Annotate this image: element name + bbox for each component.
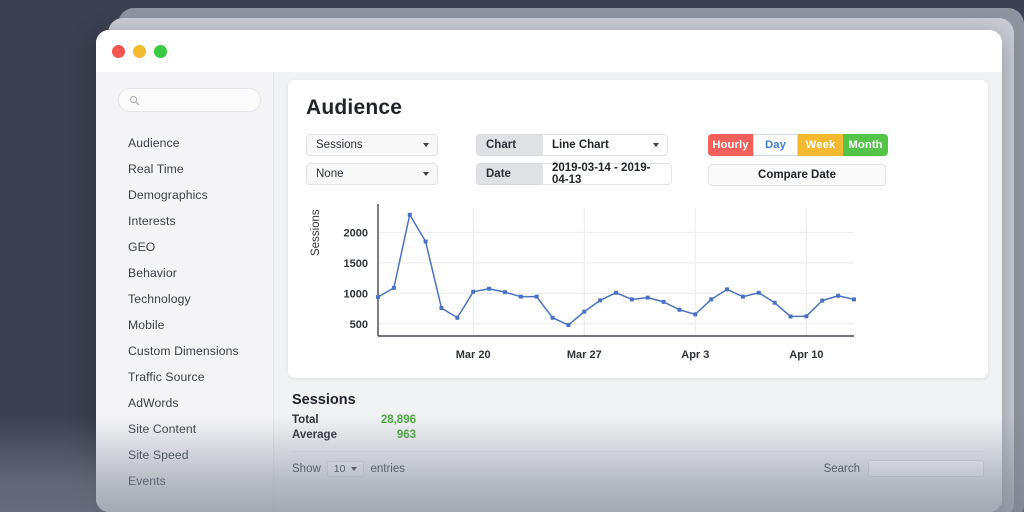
- sidebar-item-site-content[interactable]: Site Content: [96, 416, 273, 442]
- table-toolbar: Show 10 entries Search: [292, 451, 984, 477]
- sessions-line-chart: Sessions 500 1000 1500 2000 Mar 20 Mar 27 Apr …: [306, 200, 970, 368]
- sidebar-item-mobile[interactable]: Mobile: [96, 312, 273, 338]
- date-range-label: Date: [476, 163, 542, 185]
- sidebar-item-traffic-source[interactable]: Traffic Source: [96, 364, 273, 390]
- interval-button-week[interactable]: Week: [798, 134, 843, 156]
- sidebar-item-custom-dimensions[interactable]: Custom Dimensions: [96, 338, 273, 364]
- sessions-summary: Sessions Total 28,896 Average 963 Show 1…: [288, 378, 988, 477]
- svg-text:Apr 3: Apr 3: [681, 349, 709, 361]
- audience-chart-card: Audience Sessions None Chart Line Chart …: [288, 80, 988, 378]
- chevron-down-icon: [653, 143, 659, 147]
- table-search-label: Search: [823, 462, 860, 475]
- summary-row-total: Total 28,896: [292, 414, 984, 426]
- chart-type-value: Line Chart: [552, 139, 609, 151]
- show-entries-label: Show: [292, 462, 321, 475]
- secondary-metric-select[interactable]: None: [306, 163, 438, 185]
- summary-total-label: Total: [292, 414, 319, 426]
- svg-text:1000: 1000: [344, 288, 368, 300]
- screen: Audience Real Time Demographics Interest…: [0, 0, 1024, 512]
- sidebar-item-geo[interactable]: GEO: [96, 234, 273, 260]
- table-search-input[interactable]: [868, 460, 984, 477]
- svg-text:Mar 27: Mar 27: [567, 349, 602, 361]
- svg-text:500: 500: [350, 319, 368, 331]
- page-title: Audience: [306, 96, 403, 119]
- date-range-value: 2019-03-14 - 2019-04-13: [552, 162, 651, 186]
- interval-button-group: Hourly Day Week Month: [708, 134, 888, 156]
- chevron-down-icon: [423, 143, 429, 147]
- sidebar-item-behavior[interactable]: Behavior: [96, 260, 273, 286]
- sidebar-item-demographics[interactable]: Demographics: [96, 182, 273, 208]
- sidebar-item-events[interactable]: Events: [96, 468, 273, 494]
- compare-date-button[interactable]: Compare Date: [708, 164, 886, 186]
- summary-average-value: 963: [396, 429, 416, 441]
- sidebar-item-interests[interactable]: Interests: [96, 208, 273, 234]
- interval-button-month[interactable]: Month: [843, 134, 888, 156]
- window-body: Audience Real Time Demographics Interest…: [96, 72, 1002, 512]
- chart-type-select[interactable]: Line Chart: [542, 134, 668, 156]
- summary-average-label: Average: [292, 429, 337, 441]
- metric-select-value: Sessions: [316, 139, 363, 151]
- main-content: Audience Sessions None Chart Line Chart …: [274, 72, 1002, 512]
- sidebar-item-technology[interactable]: Technology: [96, 286, 273, 312]
- sidebar-item-audience[interactable]: Audience: [96, 130, 273, 156]
- summary-row-average: Average 963: [292, 429, 984, 441]
- svg-text:2000: 2000: [344, 227, 368, 239]
- summary-heading: Sessions: [292, 392, 356, 408]
- sidebar-search[interactable]: [118, 88, 261, 112]
- app-window: Audience Real Time Demographics Interest…: [96, 30, 1002, 512]
- sidebar-item-real-time[interactable]: Real Time: [96, 156, 273, 182]
- close-icon[interactable]: [112, 44, 125, 58]
- metric-select[interactable]: Sessions: [306, 134, 438, 156]
- svg-text:1500: 1500: [344, 258, 368, 270]
- date-range-group: Date 2019-03-14 - 2019-04-13: [476, 162, 672, 186]
- secondary-metric-select-value: None: [316, 168, 344, 180]
- chevron-down-icon: [423, 172, 429, 176]
- interval-button-hourly[interactable]: Hourly: [708, 134, 753, 156]
- svg-text:Mar 20: Mar 20: [456, 349, 491, 361]
- search-icon: [129, 95, 140, 105]
- interval-button-day[interactable]: Day: [753, 134, 798, 156]
- chart-controls: Sessions None Chart Line Chart Date 2019…: [306, 134, 970, 196]
- chevron-down-icon: [351, 466, 358, 471]
- table-search: Search: [824, 460, 984, 477]
- summary-total-value: 28,896: [380, 414, 416, 426]
- sidebar-item-adwords[interactable]: AdWords: [96, 390, 273, 416]
- page-size-select[interactable]: 10: [326, 460, 365, 477]
- entries-label: entries: [370, 462, 405, 475]
- page-size-value: 10: [333, 462, 346, 475]
- sidebar: Audience Real Time Demographics Interest…: [96, 72, 274, 512]
- chart-canvas: 500 1000 1500 2000 Mar 20 Mar 27 Apr 3 Apr 10: [344, 204, 856, 361]
- chart-type-label: Chart: [476, 134, 542, 156]
- svg-text:Apr 10: Apr 10: [789, 349, 823, 361]
- zoom-icon[interactable]: [154, 44, 167, 58]
- sidebar-item-site-speed[interactable]: Site Speed: [96, 442, 273, 468]
- chart-type-group: Chart Line Chart: [476, 134, 672, 156]
- window-titlebar: [96, 30, 1002, 72]
- minimize-icon[interactable]: [133, 44, 146, 58]
- date-range-input[interactable]: 2019-03-14 - 2019-04-13: [542, 162, 672, 186]
